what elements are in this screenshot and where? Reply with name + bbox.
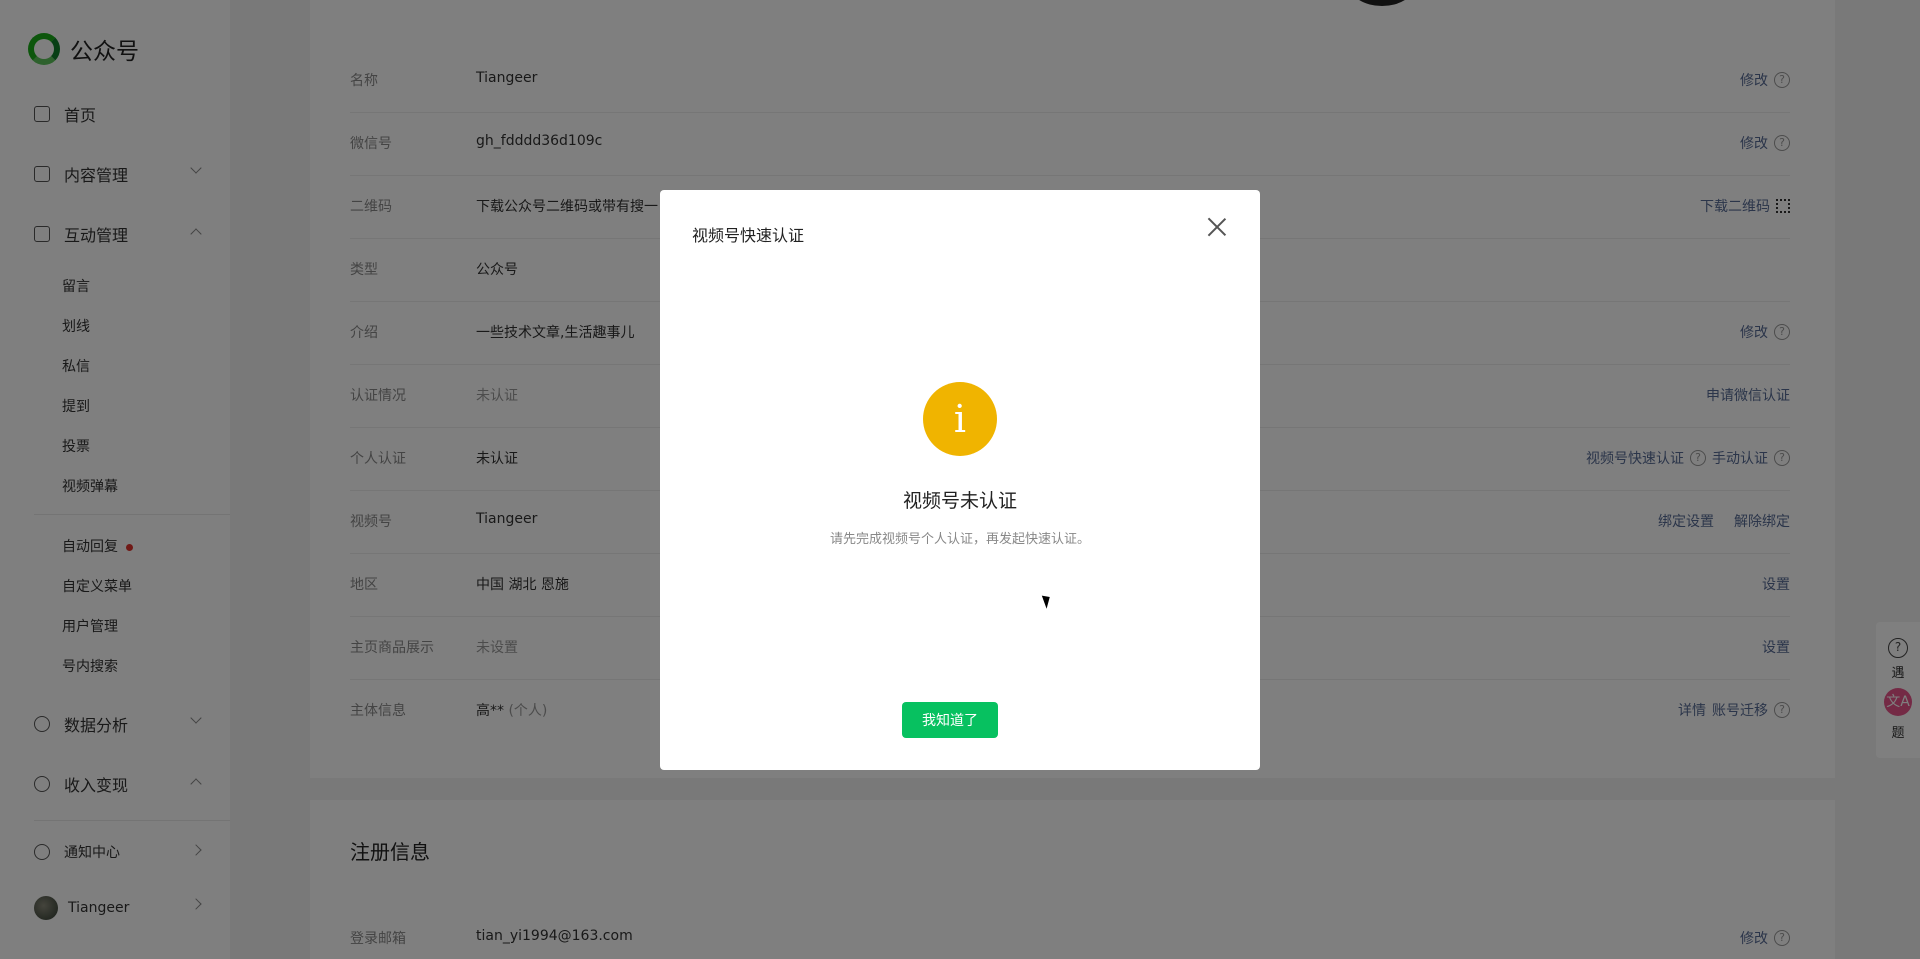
channels-quick-verify-dialog: 视频号快速认证 i 视频号未认证 请先完成视频号个人认证，再发起快速认证。 我知… [660,190,1260,770]
info-icon: i [923,382,997,456]
got-it-button[interactable]: 我知道了 [902,702,998,738]
close-icon[interactable] [1206,216,1228,238]
dialog-title: 视频号快速认证 [692,226,805,245]
dialog-description: 请先完成视频号个人认证，再发起快速认证。 [829,532,1090,547]
dialog-heading: 视频号未认证 [902,490,1017,512]
